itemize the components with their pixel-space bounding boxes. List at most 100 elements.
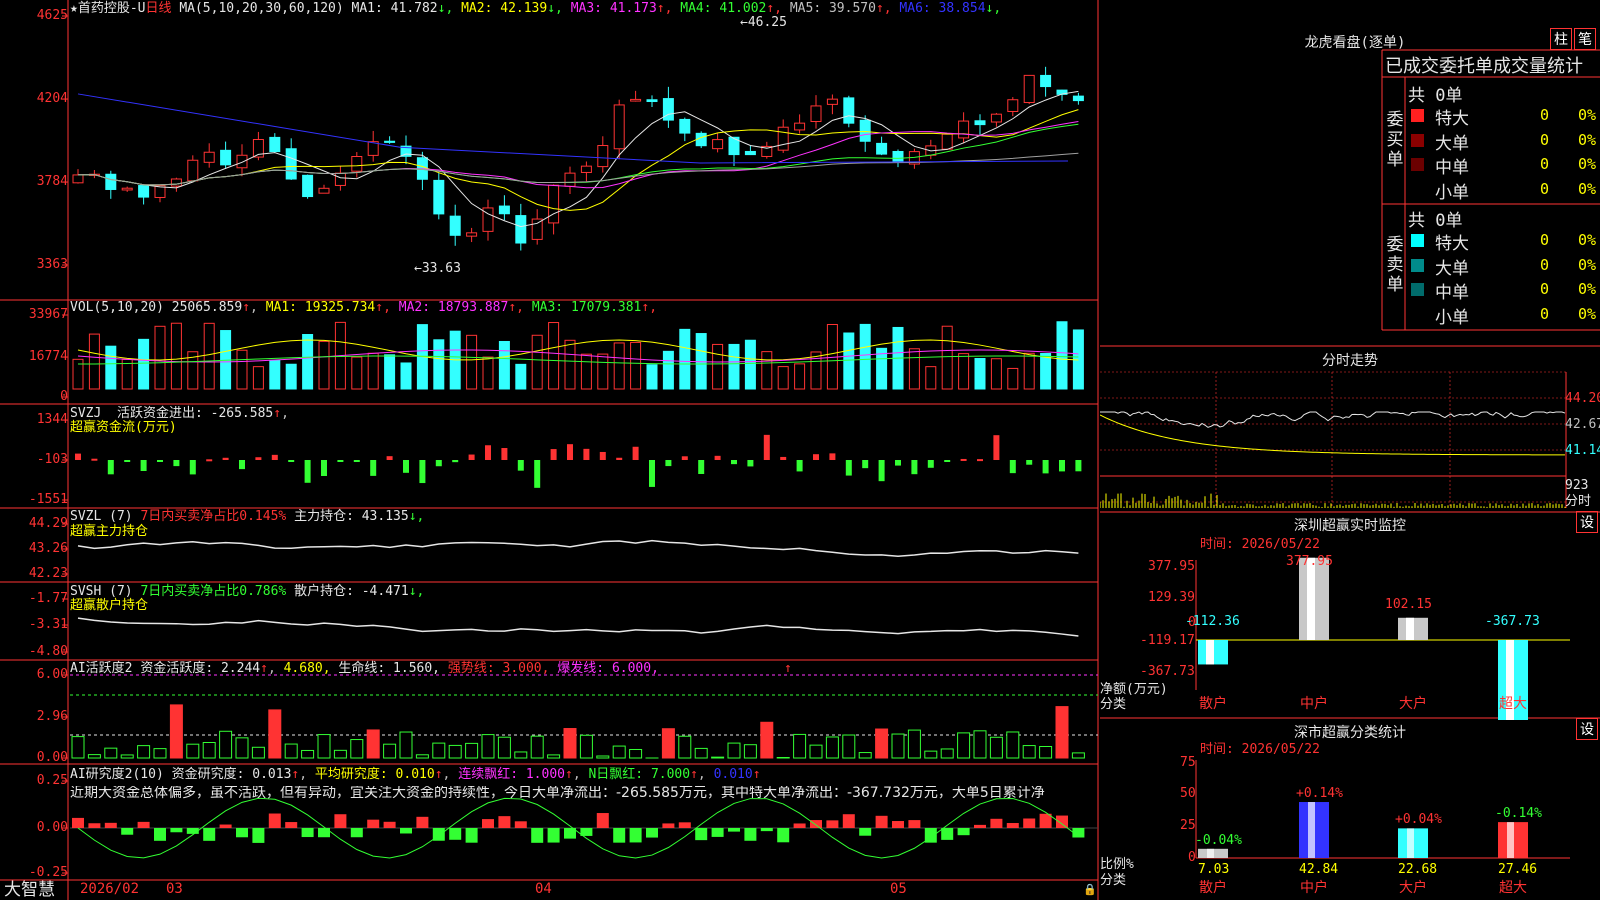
- ai2-bar-60: [1056, 815, 1068, 828]
- sell-color-icon-2: [1411, 283, 1424, 296]
- svzj-bar-21: [419, 460, 426, 484]
- vol-bar-11: [252, 366, 264, 390]
- szmon-axis-3: -119.17: [1140, 633, 1195, 648]
- candle-body-46: [826, 98, 838, 105]
- ai1-bar-48: [858, 752, 872, 759]
- column-view-button[interactable]: 柱: [1550, 28, 1572, 50]
- sell-row-count-1: 0: [1540, 255, 1550, 274]
- high-marker: ←46.25: [740, 15, 787, 30]
- vol-bar-41: [744, 339, 756, 390]
- vol-bar-5: [154, 325, 166, 390]
- vol-bar-30: [564, 339, 576, 390]
- buy-row-count-3: 0: [1540, 179, 1550, 198]
- candle-body-53: [941, 133, 953, 150]
- svzj-axis-1: -103: [36, 452, 68, 467]
- period-label[interactable]: 日线: [145, 1, 171, 16]
- vol-bar-19: [384, 354, 396, 390]
- sell-total: 共 0单: [1408, 211, 1463, 231]
- lock-icon[interactable]: 🔒: [1083, 882, 1097, 897]
- vol-bar-36: [662, 350, 674, 390]
- ai2-axis-2: -0.25: [28, 865, 68, 880]
- buy-row-count-0: 0: [1540, 106, 1550, 124]
- vol-bar-53: [941, 325, 953, 390]
- svzj-bar-54: [960, 458, 967, 461]
- szcls-axis-1: 50: [1180, 786, 1196, 801]
- ai1-bar-32: [596, 755, 610, 759]
- szmon-ylabel: 净额(万元): [1100, 682, 1168, 697]
- vol-axis-0: 33967: [28, 307, 68, 322]
- ai1-bar-21: [415, 754, 429, 759]
- vol-bar-55: [974, 358, 986, 390]
- fenshi-axis-3: 923: [1565, 478, 1589, 493]
- sell-row-pct-3: 0%: [1578, 304, 1597, 323]
- szmon-value-3: -367.73: [1485, 614, 1540, 629]
- svzj-bar-27: [517, 460, 524, 471]
- szmon-settings-button[interactable]: 设: [1576, 511, 1598, 533]
- sell-row-count-3: 0: [1540, 304, 1550, 323]
- svzj-bar-36: [665, 460, 672, 467]
- vol-bar-56: [990, 358, 1002, 390]
- candle-body-12: [269, 136, 281, 153]
- sell-row-name-3: 小单: [1435, 307, 1469, 328]
- ai2-bar-50: [892, 821, 904, 828]
- candle-body-58: [1023, 74, 1035, 104]
- svzj-bar-32: [599, 451, 606, 460]
- szcls-bar-hl-0: [1207, 848, 1214, 858]
- candle-body-13: [285, 148, 297, 180]
- ai1-bar-40: [727, 742, 741, 759]
- candle-body-36: [662, 98, 674, 121]
- candle-body-4: [138, 185, 150, 198]
- svzj-bar-28: [534, 460, 541, 488]
- candle-body-56: [990, 113, 1002, 123]
- candle-body-34: [630, 98, 642, 102]
- ai2-comment: 近期大资金总体偏多，虽不活跃，但有异动，宜关注大资金的持续性，今日大单净流出：-…: [70, 786, 1045, 801]
- vol-bar-52: [925, 366, 937, 390]
- ai1-bar-56: [989, 736, 1003, 759]
- tick-view-button[interactable]: 笔: [1574, 28, 1596, 50]
- svzj-bar-48: [862, 460, 869, 469]
- ai2-bar-25: [482, 819, 494, 828]
- svsh-axis-1: -3.31: [28, 617, 68, 632]
- stock-title[interactable]: ★首药控股-U: [70, 1, 145, 16]
- szcls-settings-button[interactable]: 设: [1576, 718, 1598, 740]
- candle-body-59: [1040, 74, 1052, 88]
- svzj-bar-17: [353, 460, 360, 462]
- svzl-axis-0: 44.29: [28, 516, 68, 531]
- svzj-bar-52: [927, 460, 934, 468]
- ai2-header: AI研究度2(10) 资金研究度: 0.013↑, 平均研究度: 0.010↑,…: [70, 767, 761, 782]
- ai2-bar-37: [678, 822, 691, 828]
- ai2-bar-24: [465, 828, 478, 843]
- ai1-bar-8: [202, 742, 216, 759]
- candle-body-24: [466, 232, 478, 237]
- buy-row-name-1: 大单: [1435, 133, 1469, 154]
- buy-row-name-3: 小单: [1435, 182, 1469, 203]
- ai2-bar-15: [318, 828, 330, 838]
- vol-bar-14: [302, 334, 314, 390]
- ai2-bar-44: [793, 823, 806, 828]
- ai2-bar-47: [842, 814, 855, 828]
- brand-label: 大智慧: [4, 880, 55, 900]
- fenshi-axis-2: 41.14: [1565, 443, 1600, 458]
- svzj-bar-40: [731, 460, 737, 465]
- chart-area[interactable]: [0, 0, 1100, 900]
- svzj-bar-10: [239, 460, 245, 470]
- ai2-bar-42: [760, 828, 773, 832]
- svzj-bar-34: [632, 446, 639, 460]
- svzj-bar-15: [321, 460, 327, 476]
- candle-body-17: [351, 156, 363, 172]
- candle-body-6: [170, 178, 182, 187]
- szcls-change-0: -0.04%: [1195, 832, 1242, 848]
- candle-body-31: [580, 165, 592, 173]
- szcls-pct-0: 7.03: [1198, 862, 1230, 877]
- szmon-xlabel: 分类: [1100, 697, 1127, 712]
- szcls-cat-0: 散户: [1199, 880, 1227, 896]
- ai1-bar-42: [760, 721, 774, 759]
- ai2-bar-0: [72, 817, 84, 828]
- candle-body-28: [531, 218, 543, 240]
- svzj-bar-14: [304, 460, 311, 483]
- ai2-bar-10: [236, 828, 248, 838]
- fenshi-axis-4: 分时: [1565, 494, 1592, 509]
- ai1-bar-17: [350, 739, 364, 759]
- ai1-bar-13: [284, 743, 298, 759]
- lhb-tabs[interactable]: 已成交委托单成交量统计: [1385, 56, 1600, 78]
